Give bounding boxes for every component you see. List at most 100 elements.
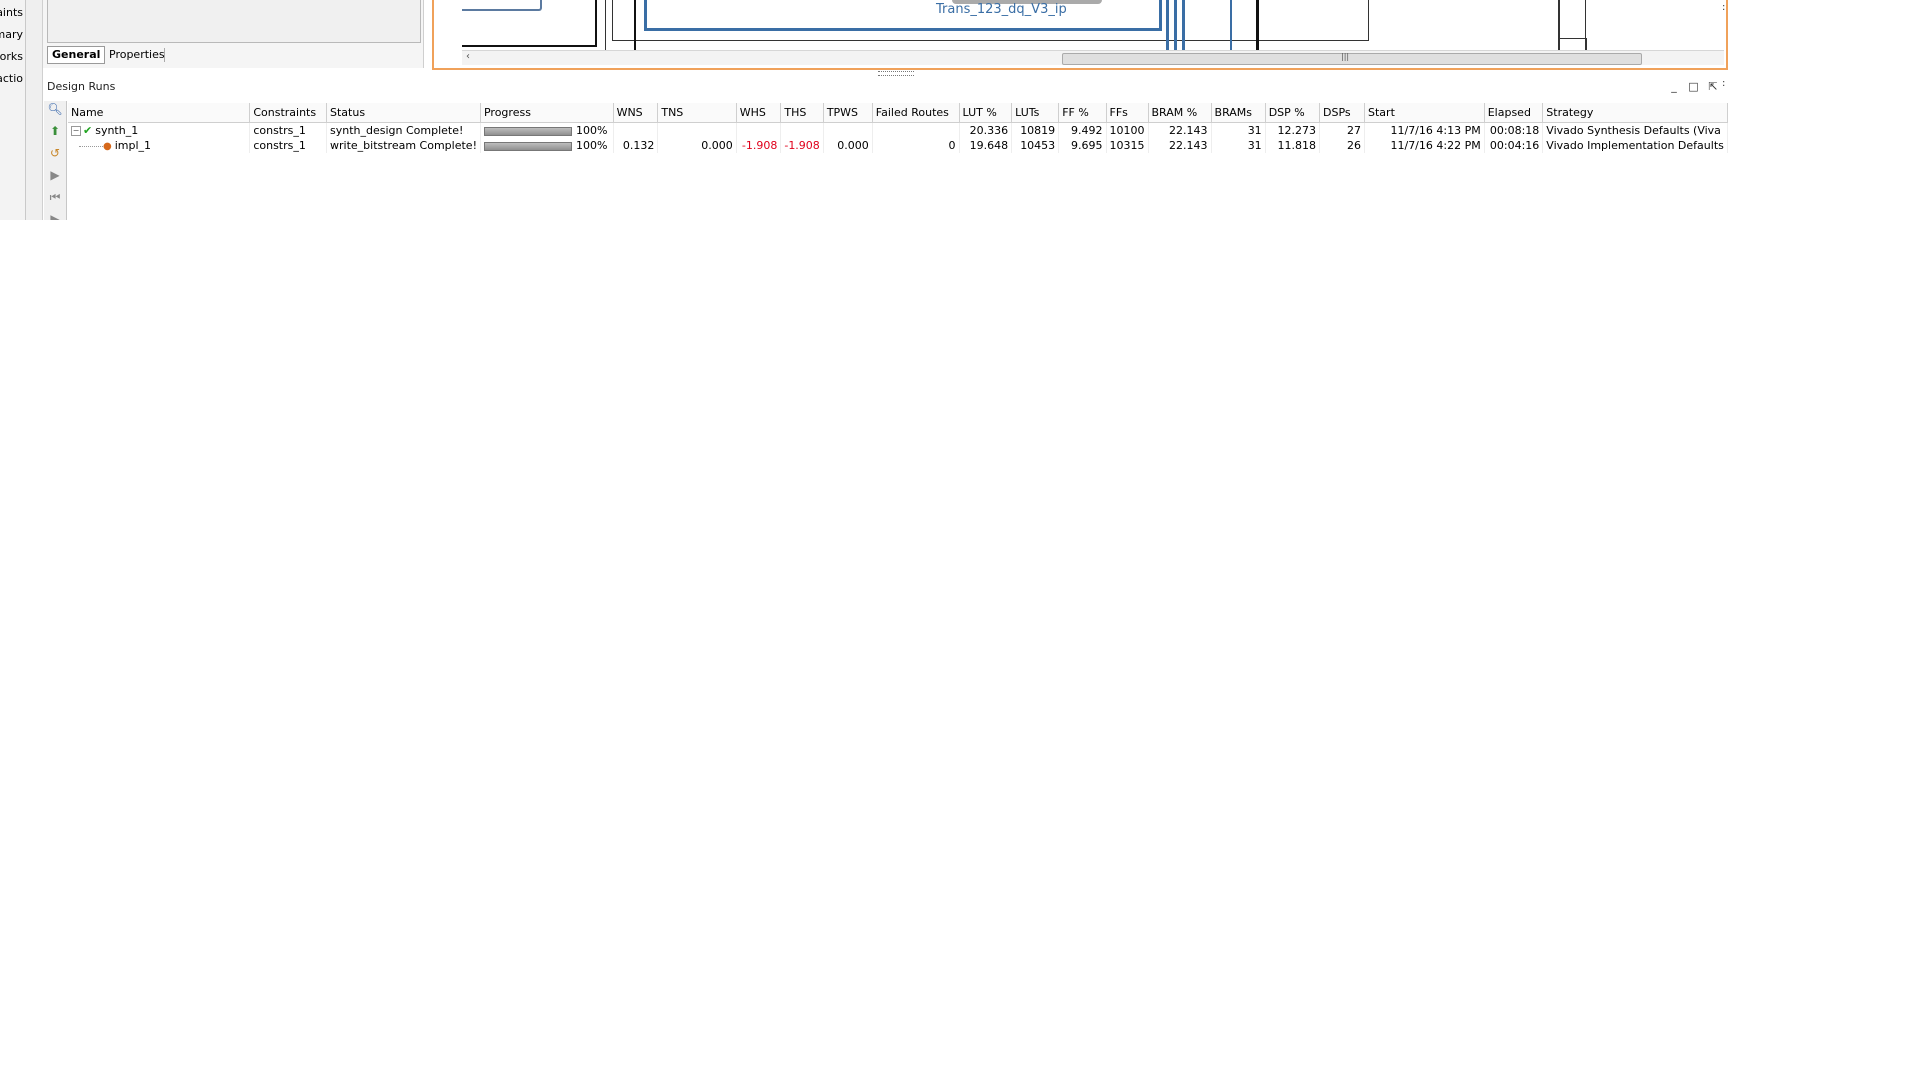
edge-fragment: : bbox=[1722, 78, 1726, 89]
col-header-ff-pct[interactable]: FF % bbox=[1058, 103, 1107, 123]
col-header-dsp-pct[interactable]: DSP % bbox=[1265, 103, 1321, 123]
first-icon[interactable]: ⏮ bbox=[47, 189, 63, 205]
edge-fragment: : bbox=[1722, 2, 1726, 13]
search-icon[interactable]: 🔍︎ bbox=[47, 101, 63, 117]
elapsed-cell: 00:08:18 bbox=[1484, 122, 1544, 138]
lut-pct-cell: 20.336 bbox=[959, 122, 1013, 138]
nav-item-summary[interactable]: mary bbox=[0, 28, 23, 41]
play-icon[interactable]: ▶ bbox=[47, 167, 63, 183]
col-header-dsps[interactable]: DSPs bbox=[1319, 103, 1366, 123]
col-header-brams[interactable]: BRAMs bbox=[1211, 103, 1266, 123]
start-cell: 11/7/16 4:22 PM bbox=[1364, 138, 1485, 153]
wns-cell bbox=[613, 122, 659, 138]
panel-splitter-handle[interactable] bbox=[878, 71, 914, 76]
ff-pct-cell: 9.695 bbox=[1058, 138, 1107, 153]
col-header-name[interactable]: Name bbox=[68, 103, 251, 123]
tab-separator bbox=[164, 48, 165, 62]
properties-panel: General Properties bbox=[43, 0, 424, 68]
brams-cell: 31 bbox=[1211, 138, 1266, 153]
run-name: synth_1 bbox=[95, 124, 139, 137]
tree-connector bbox=[79, 145, 103, 147]
float-icon[interactable]: ⇱ bbox=[1705, 80, 1721, 93]
col-header-constraints[interactable]: Constraints bbox=[249, 103, 327, 123]
tab-properties[interactable]: Properties bbox=[104, 46, 170, 64]
impl-run-icon: ● bbox=[103, 141, 112, 152]
ip-block-outline[interactable] bbox=[644, 0, 1162, 31]
col-header-elapsed[interactable]: Elapsed bbox=[1484, 103, 1544, 123]
failed-routes-cell bbox=[872, 122, 960, 138]
collapse-icon[interactable]: − bbox=[71, 126, 81, 136]
runs-toolbar: 🔍︎ ⬆ ↺ ▶ ⏮ ▶ bbox=[44, 101, 67, 220]
complete-check-icon: ✔ bbox=[83, 124, 93, 137]
col-header-start[interactable]: Start bbox=[1364, 103, 1485, 123]
constraints-cell: constrs_1 bbox=[249, 138, 327, 153]
col-header-lut-pct[interactable]: LUT % bbox=[959, 103, 1013, 123]
reset-runs-icon[interactable]: ↺ bbox=[47, 145, 63, 161]
nav-item-constraints[interactable]: aints bbox=[0, 6, 23, 19]
scrollbar-thumb[interactable]: ||| bbox=[1062, 52, 1642, 65]
ffs-cell: 10315 bbox=[1106, 138, 1149, 153]
nav-item-actions[interactable]: actio bbox=[0, 72, 23, 85]
ths-cell: -1.908 bbox=[780, 138, 824, 153]
whs-cell bbox=[736, 122, 782, 138]
minimize-icon[interactable]: _ bbox=[1666, 80, 1682, 93]
wire bbox=[605, 0, 606, 50]
side-divider bbox=[26, 0, 43, 220]
dsps-cell: 27 bbox=[1319, 122, 1366, 138]
module-outline bbox=[462, 0, 597, 47]
ip-block-label[interactable]: Trans_123_dq_V3_ip bbox=[936, 2, 1067, 17]
status-cell: write_bitstream Complete! bbox=[326, 138, 481, 153]
panel-window-buttons: _ □ ⇱ bbox=[1666, 80, 1721, 93]
table-row-synth-1[interactable]: − ✔ synth_1 constrs_1 synth_design Complet… bbox=[68, 122, 1728, 138]
col-header-status[interactable]: Status bbox=[326, 103, 481, 123]
col-header-tpws[interactable]: TPWS bbox=[823, 103, 873, 123]
col-header-whs[interactable]: WHS bbox=[736, 103, 782, 123]
col-header-progress[interactable]: Progress bbox=[480, 103, 614, 123]
luts-cell: 10453 bbox=[1011, 138, 1060, 153]
scroll-left-icon[interactable]: ‹ bbox=[466, 51, 470, 62]
progress-label: 100% bbox=[575, 139, 608, 152]
wire bbox=[1585, 0, 1586, 50]
maximize-icon[interactable]: □ bbox=[1686, 80, 1702, 93]
status-cell: synth_design Complete! bbox=[326, 122, 481, 138]
brams-cell: 31 bbox=[1211, 122, 1266, 138]
next-icon[interactable]: ▶ bbox=[47, 211, 63, 220]
start-cell: 11/7/16 4:13 PM bbox=[1364, 122, 1485, 138]
run-name-cell[interactable]: − ✔ synth_1 bbox=[68, 122, 251, 138]
col-header-ffs[interactable]: FFs bbox=[1106, 103, 1149, 123]
design-runs-title: Design Runs bbox=[47, 80, 116, 93]
bram-pct-cell: 22.143 bbox=[1148, 138, 1212, 153]
tab-general[interactable]: General bbox=[47, 46, 106, 64]
diagram-view[interactable]: Trans_123_dq_V3_ip bbox=[462, 0, 1724, 50]
col-header-wns[interactable]: WNS bbox=[613, 103, 659, 123]
wire bbox=[1256, 0, 1259, 50]
elapsed-cell: 00:04:16 bbox=[1484, 138, 1544, 153]
col-header-bram-pct[interactable]: BRAM % bbox=[1148, 103, 1212, 123]
strategy-cell: Vivado Implementation Defaults bbox=[1542, 138, 1728, 153]
canvas-horizontal-scrollbar[interactable]: ‹ ||| bbox=[462, 50, 1724, 65]
col-header-tns[interactable]: TNS bbox=[657, 103, 737, 123]
col-header-ths[interactable]: THS bbox=[780, 103, 824, 123]
progress-cell: 100% bbox=[480, 138, 614, 153]
tpws-cell: 0.000 bbox=[823, 138, 873, 153]
run-name-cell[interactable]: ● impl_1 bbox=[68, 138, 251, 153]
col-header-strategy[interactable]: Strategy bbox=[1542, 103, 1728, 123]
progress-bar bbox=[483, 141, 572, 151]
strategy-cell: Vivado Synthesis Defaults (Viva bbox=[1542, 122, 1728, 138]
ths-cell bbox=[780, 122, 824, 138]
table-row-impl-1[interactable]: ● impl_1 constrs_1 write_bitstream Comple… bbox=[68, 138, 1728, 153]
properties-content bbox=[47, 0, 421, 43]
col-header-failed-routes[interactable]: Failed Routes bbox=[872, 103, 960, 123]
wns-cell: 0.132 bbox=[613, 138, 659, 153]
progress-bar bbox=[483, 126, 572, 136]
col-header-luts[interactable]: LUTs bbox=[1011, 103, 1060, 123]
diagram-canvas[interactable]: Trans_123_dq_V3_ip ‹ ||| bbox=[432, 0, 1728, 70]
launch-runs-icon[interactable]: ⬆ bbox=[47, 123, 63, 139]
nav-item-networks[interactable]: orks bbox=[0, 50, 23, 63]
progress-cell: 100% bbox=[480, 122, 614, 138]
constraints-cell: constrs_1 bbox=[249, 122, 327, 138]
design-runs-table: Name Constraints Status Progress WNS TNS… bbox=[68, 103, 1728, 153]
ffs-cell: 10100 bbox=[1106, 122, 1149, 138]
wire bbox=[634, 0, 636, 50]
tns-cell bbox=[657, 122, 737, 138]
